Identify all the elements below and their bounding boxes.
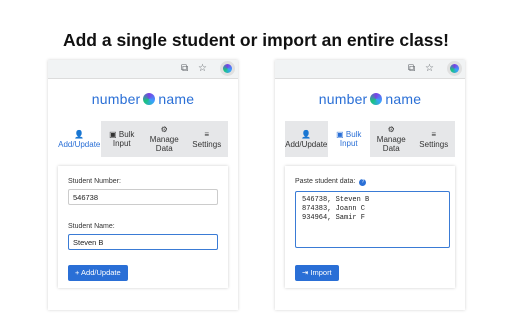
tab-label-line1: Bulk: [118, 130, 135, 139]
student-name-input[interactable]: Steven B: [68, 234, 218, 250]
browser-toolbar: ⧉ ☆: [275, 60, 465, 79]
settings-icon: ≡: [204, 129, 210, 139]
student-number-label: Student Number:: [68, 178, 121, 185]
star-icon[interactable]: ☆: [198, 63, 207, 74]
paste-textarea[interactable]: 546738, Steven B 874383, Joann C 934964,…: [295, 191, 450, 248]
tab-label-line1: Manage: [376, 135, 406, 144]
headline: Add a single student or import an entire…: [62, 30, 450, 50]
paste-label-row: Paste student data:?: [295, 178, 367, 186]
add-user-icon: 👤: [74, 129, 85, 139]
tab-label-line2: Input: [339, 139, 358, 148]
bulk-input-icon: ▣: [336, 130, 344, 139]
manage-data-icon: ⚙: [160, 125, 168, 134]
tab-bar: 👤 Add/Update ▣ Bulk Input ⚙ Manage Data …: [285, 121, 455, 157]
import-icon: ⇥: [302, 268, 309, 277]
import-label: Import: [310, 268, 332, 277]
cast-icon[interactable]: ⧉: [408, 63, 415, 74]
brand-right: name: [385, 91, 422, 107]
student-number-input[interactable]: 546738: [68, 189, 218, 205]
extension-icon[interactable]: [220, 61, 235, 76]
tab-label-line1: Manage: [149, 135, 179, 144]
tab-label: Add/Update: [58, 139, 101, 149]
paste-label: Paste student data:: [295, 178, 356, 185]
logo-mark-icon: [143, 93, 156, 105]
brand-left: number: [318, 91, 368, 107]
right-extension-panel: ⧉ ☆ number name 👤 Add/Update ▣ Bulk Input…: [275, 60, 465, 310]
bulk-input-form: Paste student data:? 546738, Steven B 87…: [285, 166, 455, 288]
add-user-icon: 👤: [301, 129, 312, 139]
tab-label-line1: Bulk: [345, 130, 362, 139]
tab-label: Add/Update: [285, 139, 328, 149]
tab-settings[interactable]: ≡ Settings: [413, 121, 456, 157]
brand-logo: number name: [48, 91, 238, 107]
add-update-button[interactable]: + Add/Update: [68, 265, 128, 281]
paste-line: 874383, Joann C: [302, 205, 366, 213]
manage-data-icon: ⚙: [387, 125, 395, 134]
tab-bar: 👤 Add/Update ▣ Bulk Input ⚙ Manage Data …: [58, 121, 228, 157]
import-button[interactable]: ⇥ Import: [295, 265, 339, 281]
bulk-input-icon: ▣: [109, 130, 117, 139]
tab-label: ▣ Bulk: [109, 130, 134, 139]
tab-bulk-input[interactable]: ▣ Bulk Input: [101, 121, 144, 157]
tab-manage-data[interactable]: ⚙ Manage Data: [370, 121, 413, 157]
paste-line: 546738, Steven B: [302, 196, 370, 204]
browser-toolbar: ⧉ ☆: [48, 60, 238, 79]
tab-bulk-input[interactable]: ▣ Bulk Input: [327, 121, 370, 157]
add-update-form: Student Number: 546738 Student Name: Ste…: [58, 166, 228, 288]
cast-icon[interactable]: ⧉: [181, 63, 188, 74]
tab-label-line2: Data: [155, 144, 173, 153]
left-extension-panel: ⧉ ☆ number name 👤 Add/Update ▣ Bulk Input…: [48, 60, 238, 310]
star-icon[interactable]: ☆: [425, 63, 434, 74]
logo-mark-icon: [370, 93, 383, 105]
brand-logo: number name: [275, 91, 465, 107]
help-icon[interactable]: ?: [359, 179, 367, 186]
tab-add-update[interactable]: 👤 Add/Update: [285, 121, 328, 157]
brand-right: name: [158, 91, 195, 107]
extension-icon[interactable]: [447, 61, 462, 76]
tab-label-line2: Input: [112, 139, 131, 148]
student-name-label: Student Name:: [68, 223, 115, 230]
tab-label: ▣ Bulk: [336, 130, 361, 139]
tab-manage-data[interactable]: ⚙ Manage Data: [143, 121, 186, 157]
tab-label-line2: Data: [382, 144, 400, 153]
brand-left: number: [91, 91, 141, 107]
tab-label: Settings: [419, 139, 449, 149]
paste-line: 934964, Samir F: [302, 214, 366, 222]
settings-icon: ≡: [431, 129, 437, 139]
tab-settings[interactable]: ≡ Settings: [186, 121, 229, 157]
tab-label: Settings: [192, 139, 222, 149]
tab-add-update[interactable]: 👤 Add/Update: [58, 121, 101, 157]
